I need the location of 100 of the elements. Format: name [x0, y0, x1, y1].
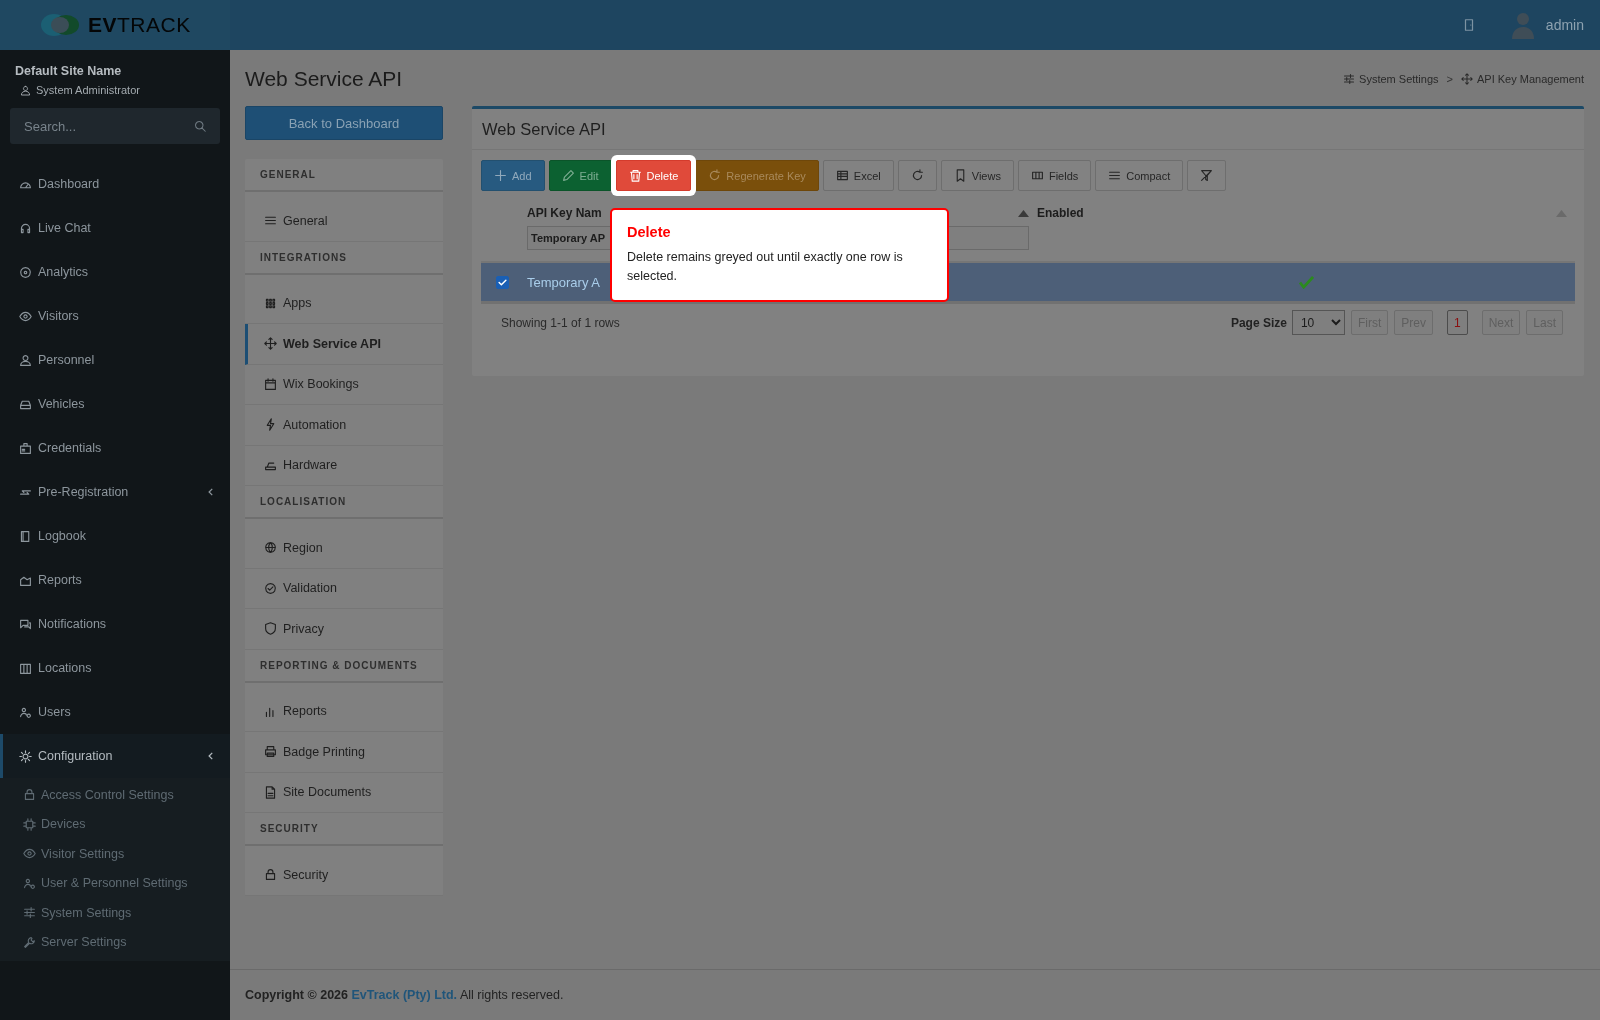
eye-icon	[19, 309, 32, 323]
nav-item[interactable]: Personnel	[0, 338, 230, 382]
search-field[interactable]: Search...	[10, 108, 220, 144]
menu-item[interactable]: Wix Bookings	[245, 364, 443, 405]
excel-button[interactable]: Excel	[822, 160, 894, 191]
submenu-item[interactable]: Server Settings	[2, 927, 230, 957]
person-icon	[19, 353, 32, 367]
menu-section-heading: REPORTING & DOCUMENTS	[245, 649, 443, 683]
chevron-icon[interactable]	[206, 487, 216, 497]
nav-item[interactable]: Logbook	[0, 514, 230, 558]
refresh-icon	[910, 169, 924, 182]
spreadsheet-icon	[835, 169, 849, 182]
filter-clear-icon	[1200, 169, 1214, 182]
menu-item[interactable]: Badge Printing	[245, 732, 443, 773]
id-card-icon	[19, 441, 32, 455]
checkbox[interactable]	[496, 275, 509, 289]
submenu-item[interactable]: User & Personnel Settings	[2, 868, 230, 898]
chip-icon	[23, 817, 36, 831]
table-cell: Temporary A	[527, 274, 600, 290]
headset-icon	[19, 221, 32, 235]
menu-item[interactable]: Privacy	[245, 609, 443, 650]
logo-text: EVTRACK	[88, 13, 191, 37]
sliders-icon	[23, 906, 36, 920]
chevron-icon[interactable]	[206, 751, 216, 761]
panel-title: Web Service API	[472, 109, 1584, 150]
nav-item[interactable]: Notifications	[0, 602, 230, 646]
nav-item[interactable]: Live Chat	[0, 206, 230, 250]
trash-icon	[628, 169, 642, 182]
user-name[interactable]: admin	[1545, 17, 1584, 33]
users-icon	[19, 705, 32, 719]
nav-item[interactable]: Reports	[0, 558, 230, 602]
clear-filter-button[interactable]	[1187, 160, 1227, 191]
menu-item[interactable]: General	[245, 201, 443, 242]
breadcrumb-separator: >	[1446, 73, 1453, 85]
nav-item[interactable]: Configuration	[0, 734, 230, 778]
map-icon	[19, 661, 32, 675]
lock-icon	[23, 788, 36, 802]
menu-item[interactable]: Web Service API	[245, 324, 443, 365]
submenu-item[interactable]: Visitor Settings	[2, 839, 230, 869]
menu-section-heading: SECURITY	[245, 813, 443, 846]
menu-section-heading: GENERAL	[245, 159, 443, 192]
column-header[interactable]: Enabled	[1037, 206, 1084, 220]
nav-item[interactable]: Credentials	[0, 426, 230, 470]
page-size-label: Page Size	[1230, 315, 1287, 330]
fields-button[interactable]: Fields	[1017, 160, 1092, 191]
nav-item[interactable]: Dashboard	[0, 162, 230, 206]
page-size-select[interactable]: 10	[1291, 310, 1345, 335]
sort-icon[interactable]	[1018, 209, 1029, 217]
eye-icon	[23, 847, 36, 861]
check-icon	[498, 277, 507, 287]
submenu-item[interactable]: Access Control Settings	[2, 780, 230, 810]
menu-item[interactable]: Apps	[245, 283, 443, 324]
columns-icon	[1030, 169, 1044, 182]
nav-item[interactable]: Pre-Registration	[0, 470, 230, 514]
menu-item[interactable]: Region	[245, 528, 443, 569]
nav-item[interactable]: Visitors	[0, 294, 230, 338]
row-summary: Showing 1-1 of 1 rows	[501, 315, 620, 330]
refresh-button[interactable]	[897, 160, 937, 191]
menu-item[interactable]: Reports	[245, 691, 443, 732]
search-icon	[194, 120, 206, 132]
users-icon	[23, 876, 36, 890]
move-icon	[1461, 73, 1473, 85]
wrench-icon	[23, 935, 36, 949]
nav-item[interactable]: Vehicles	[0, 382, 230, 426]
back-button[interactable]: Back to Dashboard	[245, 106, 443, 140]
nav-item[interactable]: Users	[0, 690, 230, 734]
page-title: Web Service API	[245, 67, 403, 91]
menu-item[interactable]: Automation	[245, 405, 443, 446]
plus-icon	[494, 169, 507, 182]
site-name: Default Site Name	[14, 64, 123, 78]
calendar-icon	[264, 377, 277, 391]
menu-item[interactable]: Validation	[245, 568, 443, 609]
pager-button[interactable]: 1	[1446, 310, 1468, 335]
edit-button[interactable]: Edit	[548, 160, 612, 191]
menu-item[interactable]: Security	[245, 855, 443, 896]
pencil-icon	[561, 169, 575, 182]
menu-section-heading: INTEGRATIONS	[245, 241, 443, 275]
menu-section-heading: LOCALISATION	[245, 486, 443, 519]
nav-item[interactable]: Analytics	[0, 250, 230, 294]
bolt-icon	[264, 418, 277, 432]
shield-icon	[264, 622, 277, 636]
user-icon	[20, 84, 31, 96]
menu-item[interactable]: Site Documents	[245, 772, 443, 813]
submenu-item[interactable]: System Settings	[2, 898, 230, 928]
user-role: System Administrator	[36, 84, 140, 96]
add-button[interactable]: Add	[481, 160, 545, 191]
lock-icon	[264, 868, 277, 882]
book-icon	[19, 529, 32, 543]
avatar-icon	[1511, 11, 1534, 39]
views-button[interactable]: Views	[940, 160, 1014, 191]
chat-icon	[19, 617, 32, 631]
menu-item[interactable]: Hardware	[245, 445, 443, 486]
breadcrumb-link[interactable]: System Settings	[1343, 73, 1439, 85]
regenerate-button[interactable]: Regenerate Key	[695, 160, 819, 191]
nav-item[interactable]: Locations	[0, 646, 230, 690]
globe-icon	[264, 541, 277, 555]
compact-button[interactable]: Compact	[1095, 160, 1184, 191]
column-header[interactable]: API Key Nam	[527, 206, 602, 220]
submenu-item[interactable]: Devices	[2, 809, 230, 839]
breadcrumb-link[interactable]: API Key Management	[1461, 73, 1584, 85]
